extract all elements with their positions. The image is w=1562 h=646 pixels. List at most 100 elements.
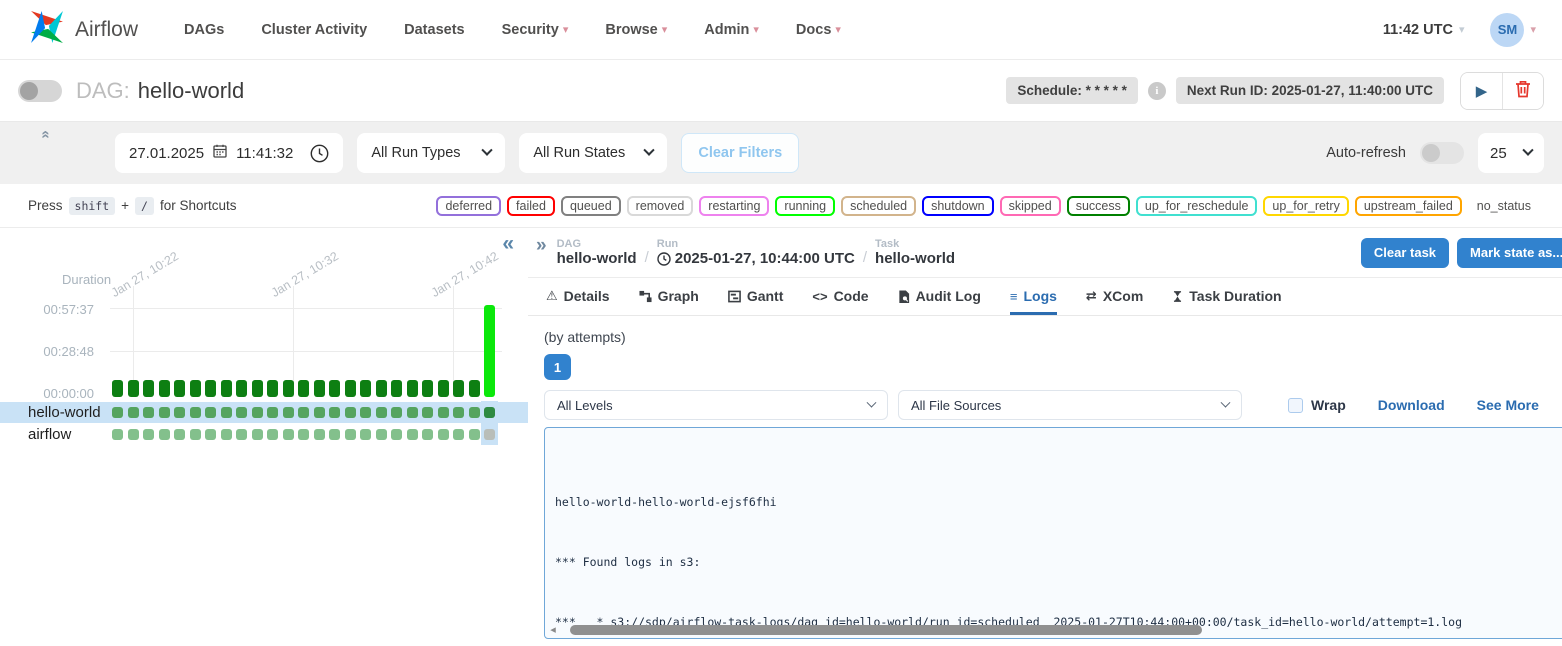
mark-state-button[interactable]: Mark state as... ▾ — [1457, 238, 1562, 268]
task-instance-cell-success[interactable] — [422, 407, 433, 418]
file-sources-select[interactable]: All File Sources — [898, 390, 1242, 420]
dag-run-cell-success[interactable] — [159, 380, 170, 397]
dag-run-cell-success[interactable] — [329, 380, 340, 397]
task-instance-cell-success[interactable] — [314, 407, 325, 418]
dag-run-cell-success[interactable] — [236, 380, 247, 397]
task-instance-cell-success[interactable] — [112, 429, 123, 440]
dag-run-cell-success[interactable] — [112, 380, 123, 397]
run-types-select[interactable]: All Run Types — [357, 133, 505, 173]
dag-pause-toggle[interactable] — [18, 80, 62, 102]
status-badge[interactable]: deferred — [436, 196, 501, 216]
task-instance-cell-success[interactable] — [469, 429, 480, 440]
clear-filters-button[interactable]: Clear Filters — [681, 133, 799, 173]
dag-run-cell-success[interactable] — [174, 380, 185, 397]
dag-run-cell-success[interactable] — [190, 380, 201, 397]
task-instance-cell-success[interactable] — [159, 429, 170, 440]
dag-run-cell-success[interactable] — [205, 380, 216, 397]
status-badge[interactable]: shutdown — [922, 196, 994, 216]
task-instance-cell-success[interactable] — [267, 407, 278, 418]
task-instance-cell-success[interactable] — [345, 429, 356, 440]
trigger-dag-button[interactable]: ▶ — [1461, 73, 1502, 109]
dag-run-cell-success[interactable] — [391, 380, 402, 397]
task-instance-cell-success[interactable] — [453, 429, 464, 440]
task-instance-cell-success[interactable] — [391, 407, 402, 418]
airflow-brand[interactable]: Airflow — [28, 8, 138, 51]
task-instance-cell-success[interactable] — [267, 429, 278, 440]
status-badge[interactable]: queued — [561, 196, 621, 216]
task-instance-cell-success[interactable] — [252, 407, 263, 418]
task-instance-cell-success[interactable] — [283, 407, 294, 418]
see-more-link[interactable]: See More — [1477, 397, 1539, 413]
dag-run-cell-success[interactable] — [422, 380, 433, 397]
dag-run-cell-success[interactable] — [283, 380, 294, 397]
task-instance-cell-success[interactable] — [190, 429, 201, 440]
breadcrumb-run[interactable]: Run 2025-01-27, 10:44:00 UTC — [657, 238, 855, 267]
breadcrumb-task[interactable]: Task hello-world — [875, 238, 955, 267]
tab[interactable]: ⚠ Details — [546, 278, 610, 315]
task-instance-cell-success[interactable] — [376, 429, 387, 440]
task-instance-cell-success[interactable] — [484, 407, 495, 418]
tab[interactable]: Graph — [639, 278, 699, 315]
status-badge[interactable]: upstream_failed — [1355, 196, 1462, 216]
status-badge[interactable]: up_for_reschedule — [1136, 196, 1258, 216]
auto-refresh-toggle[interactable] — [1420, 142, 1464, 164]
nav-item[interactable]: Cluster Activity ▾ — [261, 22, 367, 38]
collapse-grid-icon[interactable]: « — [502, 232, 514, 256]
dag-run-cell-success[interactable] — [221, 380, 232, 397]
scroll-left-icon[interactable]: ◂ — [548, 623, 558, 636]
task-instance-cell-success[interactable] — [143, 429, 154, 440]
info-icon[interactable]: i — [1148, 82, 1166, 100]
task-instance-cell-success[interactable] — [236, 407, 247, 418]
task-instance-cell-success[interactable] — [438, 407, 449, 418]
task-instance-cell-success[interactable] — [298, 407, 309, 418]
run-states-select[interactable]: All Run States — [519, 133, 667, 173]
nav-item[interactable]: Docs ▾ — [796, 22, 841, 38]
task-instance-cell-success[interactable] — [376, 407, 387, 418]
dag-run-cell-success[interactable] — [314, 380, 325, 397]
clear-task-button[interactable]: Clear task — [1361, 238, 1449, 268]
task-instance-cell-success[interactable] — [128, 407, 139, 418]
tab[interactable]: Task Duration — [1172, 278, 1281, 315]
expand-panel-icon[interactable]: » — [536, 235, 547, 257]
task-instance-cell-success[interactable] — [360, 407, 371, 418]
dag-run-cell-success[interactable] — [267, 380, 278, 397]
dag-run-cell-success[interactable] — [298, 380, 309, 397]
timezone-selector[interactable]: 11:42 UTC ▾ — [1383, 22, 1465, 38]
collapse-filters-icon[interactable]: « — [38, 130, 55, 138]
log-levels-select[interactable]: All Levels — [544, 390, 888, 420]
dag-run-cell-success[interactable] — [453, 380, 464, 397]
nav-item[interactable]: Browse ▾ — [605, 22, 667, 38]
status-badge[interactable]: success — [1067, 196, 1130, 216]
task-instance-cell-success[interactable] — [453, 407, 464, 418]
page-size-select[interactable]: 25 — [1478, 133, 1544, 173]
task-instance-cell-success[interactable] — [422, 429, 433, 440]
status-badge[interactable]: scheduled — [841, 196, 916, 216]
nav-item[interactable]: DAGs ▾ — [184, 22, 224, 38]
task-instance-cell-success[interactable] — [174, 429, 185, 440]
task-instance-cell-success[interactable] — [159, 407, 170, 418]
nav-item[interactable]: Datasets ▾ — [404, 22, 464, 38]
task-instance-cell-success[interactable] — [221, 407, 232, 418]
task-instance-cell-success[interactable] — [438, 429, 449, 440]
task-instance-cell-success[interactable] — [407, 429, 418, 440]
task-instance-cell-success[interactable] — [283, 429, 294, 440]
dag-run-cell-success[interactable] — [376, 380, 387, 397]
dag-run-cell-success[interactable] — [407, 380, 418, 397]
delete-dag-button[interactable] — [1502, 73, 1543, 109]
task-instance-cell-success[interactable] — [298, 429, 309, 440]
task-instance-cell-success[interactable] — [252, 429, 263, 440]
nav-item[interactable]: Admin ▾ — [704, 22, 759, 38]
scrollbar-thumb[interactable] — [570, 625, 1202, 635]
dag-run-cell-success[interactable] — [438, 380, 449, 397]
breadcrumb-dag[interactable]: DAG hello-world — [557, 238, 637, 267]
dag-run-cell-success[interactable] — [345, 380, 356, 397]
dag-run-cell-success[interactable] — [469, 380, 480, 397]
task-instance-cell-success[interactable] — [345, 407, 356, 418]
dag-run-bar-running[interactable] — [484, 305, 495, 397]
tab[interactable]: ⇄ XCom — [1086, 278, 1143, 315]
status-badge[interactable]: failed — [507, 196, 555, 216]
attempt-1-button[interactable]: 1 — [544, 354, 571, 380]
status-badge[interactable]: up_for_retry — [1263, 196, 1348, 216]
dag-run-cell-success[interactable] — [252, 380, 263, 397]
status-badge[interactable]: no_status — [1468, 196, 1540, 216]
